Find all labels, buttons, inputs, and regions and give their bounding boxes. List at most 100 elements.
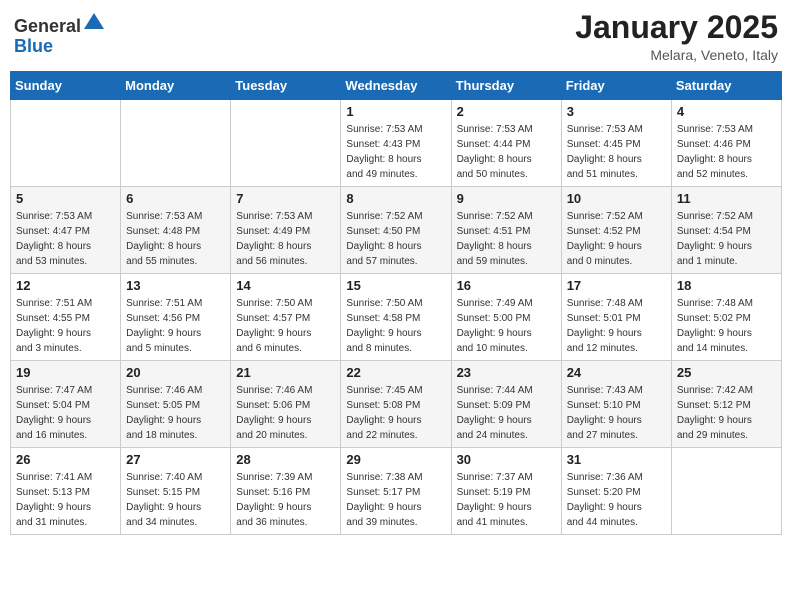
day-info: Sunrise: 7:53 AM Sunset: 4:46 PM Dayligh… <box>677 122 776 182</box>
day-number: 23 <box>457 365 556 380</box>
calendar-cell: 19 Sunrise: 7:47 AM Sunset: 5:04 PM Dayli… <box>11 361 121 448</box>
day-info: Sunrise: 7:53 AM Sunset: 4:49 PM Dayligh… <box>236 209 335 269</box>
day-info: Sunrise: 7:52 AM Sunset: 4:52 PM Dayligh… <box>567 209 666 269</box>
logo-general: General <box>14 16 81 36</box>
page-header: General Blue January 2025 Melara, Veneto… <box>10 10 782 63</box>
day-number: 25 <box>677 365 776 380</box>
day-number: 15 <box>346 278 445 293</box>
weekday-header: Wednesday <box>341 72 451 100</box>
calendar-cell: 5Sunrise: 7:53 AM Sunset: 4:47 PM Daylig… <box>11 187 121 274</box>
day-number: 17 <box>567 278 666 293</box>
calendar-cell: 12Sunrise: 7:51 AM Sunset: 4:55 PM Dayli… <box>11 274 121 361</box>
calendar-cell: 7 Sunrise: 7:53 AM Sunset: 4:49 PM Daylig… <box>231 187 341 274</box>
day-number: 7 <box>236 191 335 206</box>
weekday-header: Thursday <box>451 72 561 100</box>
day-info: Sunrise: 7:53 AM Sunset: 4:47 PM Dayligh… <box>16 209 115 269</box>
day-number: 19 <box>16 365 115 380</box>
logo: General Blue <box>14 10 105 57</box>
day-number: 4 <box>677 104 776 119</box>
calendar-cell: 11 Sunrise: 7:52 AM Sunset: 4:54 PM Dayli… <box>671 187 781 274</box>
day-info: Sunrise: 7:42 AM Sunset: 5:12 PM Dayligh… <box>677 383 776 443</box>
day-number: 26 <box>16 452 115 467</box>
calendar-cell: 3 Sunrise: 7:53 AM Sunset: 4:45 PM Daylig… <box>561 100 671 187</box>
day-number: 3 <box>567 104 666 119</box>
day-info: Sunrise: 7:46 AM Sunset: 5:05 PM Dayligh… <box>126 383 225 443</box>
calendar-week-row: 5Sunrise: 7:53 AM Sunset: 4:47 PM Daylig… <box>11 187 782 274</box>
day-number: 27 <box>126 452 225 467</box>
day-info: Sunrise: 7:41 AM Sunset: 5:13 PM Dayligh… <box>16 470 115 530</box>
title-block: January 2025 Melara, Veneto, Italy <box>575 10 778 63</box>
day-info: Sunrise: 7:49 AM Sunset: 5:00 PM Dayligh… <box>457 296 556 356</box>
calendar-cell: 15 Sunrise: 7:50 AM Sunset: 4:58 PM Dayli… <box>341 274 451 361</box>
day-info: Sunrise: 7:40 AM Sunset: 5:15 PM Dayligh… <box>126 470 225 530</box>
weekday-header: Sunday <box>11 72 121 100</box>
day-number: 20 <box>126 365 225 380</box>
day-info: Sunrise: 7:37 AM Sunset: 5:19 PM Dayligh… <box>457 470 556 530</box>
calendar-cell: 2 Sunrise: 7:53 AM Sunset: 4:44 PM Daylig… <box>451 100 561 187</box>
calendar-table: SundayMondayTuesdayWednesdayThursdayFrid… <box>10 71 782 535</box>
day-info: Sunrise: 7:51 AM Sunset: 4:56 PM Dayligh… <box>126 296 225 356</box>
day-info: Sunrise: 7:47 AM Sunset: 5:04 PM Dayligh… <box>16 383 115 443</box>
calendar-cell: 20 Sunrise: 7:46 AM Sunset: 5:05 PM Dayli… <box>121 361 231 448</box>
day-number: 12 <box>16 278 115 293</box>
logo-text: General Blue <box>14 10 105 57</box>
logo-blue: Blue <box>14 36 53 56</box>
day-number: 31 <box>567 452 666 467</box>
day-number: 24 <box>567 365 666 380</box>
calendar-cell: 26 Sunrise: 7:41 AM Sunset: 5:13 PM Dayli… <box>11 448 121 535</box>
calendar-week-row: 12Sunrise: 7:51 AM Sunset: 4:55 PM Dayli… <box>11 274 782 361</box>
day-info: Sunrise: 7:52 AM Sunset: 4:54 PM Dayligh… <box>677 209 776 269</box>
day-info: Sunrise: 7:48 AM Sunset: 5:01 PM Dayligh… <box>567 296 666 356</box>
weekday-header: Monday <box>121 72 231 100</box>
calendar-title: January 2025 <box>575 10 778 45</box>
weekday-header-row: SundayMondayTuesdayWednesdayThursdayFrid… <box>11 72 782 100</box>
day-number: 13 <box>126 278 225 293</box>
calendar-cell: 13 Sunrise: 7:51 AM Sunset: 4:56 PM Dayli… <box>121 274 231 361</box>
calendar-cell: 29 Sunrise: 7:38 AM Sunset: 5:17 PM Dayli… <box>341 448 451 535</box>
day-number: 2 <box>457 104 556 119</box>
weekday-header: Saturday <box>671 72 781 100</box>
calendar-cell: 1 Sunrise: 7:53 AM Sunset: 4:43 PM Daylig… <box>341 100 451 187</box>
calendar-cell <box>231 100 341 187</box>
day-info: Sunrise: 7:38 AM Sunset: 5:17 PM Dayligh… <box>346 470 445 530</box>
day-info: Sunrise: 7:53 AM Sunset: 4:45 PM Dayligh… <box>567 122 666 182</box>
day-number: 29 <box>346 452 445 467</box>
calendar-cell: 24 Sunrise: 7:43 AM Sunset: 5:10 PM Dayli… <box>561 361 671 448</box>
calendar-week-row: 1 Sunrise: 7:53 AM Sunset: 4:43 PM Daylig… <box>11 100 782 187</box>
logo-triangle-icon <box>83 10 105 32</box>
day-number: 9 <box>457 191 556 206</box>
calendar-cell: 22 Sunrise: 7:45 AM Sunset: 5:08 PM Dayli… <box>341 361 451 448</box>
calendar-cell <box>671 448 781 535</box>
day-info: Sunrise: 7:36 AM Sunset: 5:20 PM Dayligh… <box>567 470 666 530</box>
day-info: Sunrise: 7:53 AM Sunset: 4:44 PM Dayligh… <box>457 122 556 182</box>
day-info: Sunrise: 7:52 AM Sunset: 4:51 PM Dayligh… <box>457 209 556 269</box>
day-number: 21 <box>236 365 335 380</box>
day-number: 11 <box>677 191 776 206</box>
calendar-cell: 25 Sunrise: 7:42 AM Sunset: 5:12 PM Dayli… <box>671 361 781 448</box>
day-info: Sunrise: 7:39 AM Sunset: 5:16 PM Dayligh… <box>236 470 335 530</box>
calendar-subtitle: Melara, Veneto, Italy <box>575 47 778 63</box>
day-info: Sunrise: 7:46 AM Sunset: 5:06 PM Dayligh… <box>236 383 335 443</box>
calendar-cell: 21 Sunrise: 7:46 AM Sunset: 5:06 PM Dayli… <box>231 361 341 448</box>
calendar-cell: 6Sunrise: 7:53 AM Sunset: 4:48 PM Daylig… <box>121 187 231 274</box>
calendar-cell: 9 Sunrise: 7:52 AM Sunset: 4:51 PM Daylig… <box>451 187 561 274</box>
day-number: 22 <box>346 365 445 380</box>
day-info: Sunrise: 7:45 AM Sunset: 5:08 PM Dayligh… <box>346 383 445 443</box>
day-number: 16 <box>457 278 556 293</box>
calendar-cell: 14Sunrise: 7:50 AM Sunset: 4:57 PM Dayli… <box>231 274 341 361</box>
calendar-cell: 27 Sunrise: 7:40 AM Sunset: 5:15 PM Dayli… <box>121 448 231 535</box>
calendar-cell <box>11 100 121 187</box>
day-number: 28 <box>236 452 335 467</box>
day-info: Sunrise: 7:50 AM Sunset: 4:58 PM Dayligh… <box>346 296 445 356</box>
day-info: Sunrise: 7:43 AM Sunset: 5:10 PM Dayligh… <box>567 383 666 443</box>
day-number: 14 <box>236 278 335 293</box>
day-info: Sunrise: 7:53 AM Sunset: 4:43 PM Dayligh… <box>346 122 445 182</box>
weekday-header: Friday <box>561 72 671 100</box>
day-info: Sunrise: 7:52 AM Sunset: 4:50 PM Dayligh… <box>346 209 445 269</box>
day-info: Sunrise: 7:48 AM Sunset: 5:02 PM Dayligh… <box>677 296 776 356</box>
calendar-cell: 18Sunrise: 7:48 AM Sunset: 5:02 PM Dayli… <box>671 274 781 361</box>
day-number: 1 <box>346 104 445 119</box>
day-number: 30 <box>457 452 556 467</box>
calendar-cell: 10Sunrise: 7:52 AM Sunset: 4:52 PM Dayli… <box>561 187 671 274</box>
calendar-cell: 4 Sunrise: 7:53 AM Sunset: 4:46 PM Daylig… <box>671 100 781 187</box>
